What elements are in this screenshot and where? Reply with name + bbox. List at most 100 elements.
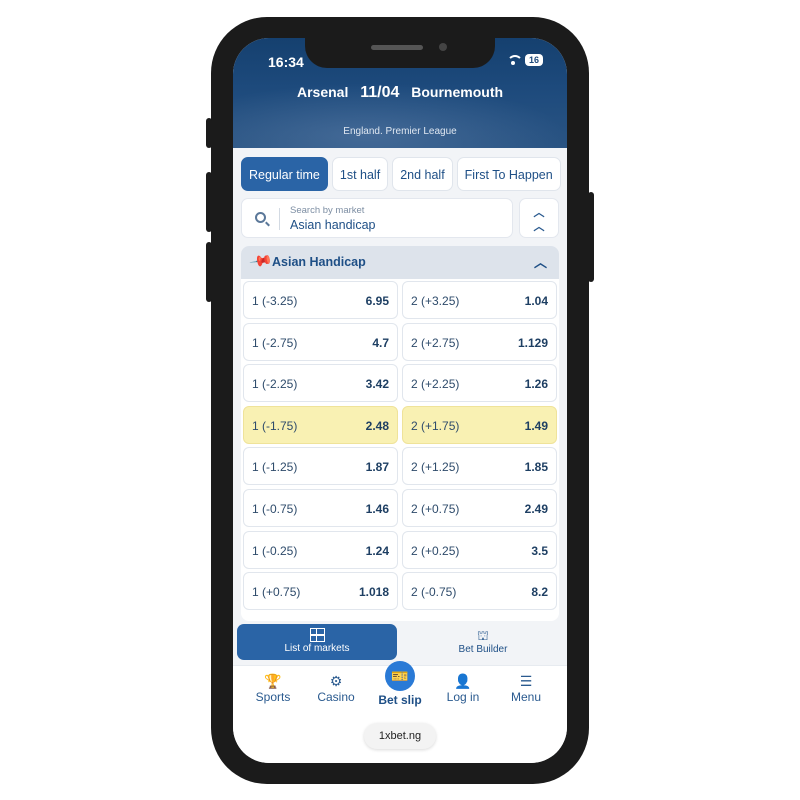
handicap-label: 2 (+0.75) — [411, 502, 460, 516]
odds-cell-left[interactable]: 1 (-0.75) 1.46 — [243, 489, 398, 527]
odds-cell-right[interactable]: 2 (+2.75) 1.129 — [402, 322, 557, 361]
odds-cell-right[interactable]: 2 (+0.75) 2.49 — [402, 489, 557, 527]
odds-value: 2.48 — [365, 418, 389, 433]
handicap-label: 1 (+0.75) — [252, 585, 301, 600]
bottom-navigation: 🏆 Sports ⚙ Casino 🎫 Bet slip 👤 Log in ☰ … — [233, 661, 567, 717]
user-icon: 👤 — [454, 673, 472, 689]
handicap-label: 2 (+0.25) — [411, 543, 460, 558]
handicap-label: 1 (-0.25) — [252, 543, 298, 558]
phone-power-button — [588, 192, 594, 282]
odds-cell-left[interactable]: 1 (-1.75) 2.48 — [243, 405, 398, 444]
odds-value: 1.018 — [358, 585, 389, 600]
handicap-label: 1 (-3.25) — [252, 294, 298, 308]
menu-icon: ☰ — [519, 673, 533, 689]
search-divider — [279, 208, 280, 230]
odds-value: 1.85 — [524, 460, 548, 475]
odds-cell-right[interactable]: 2 (+1.25) 1.85 — [402, 447, 557, 486]
tab-1st-half[interactable]: 1st half — [331, 157, 389, 191]
bet-builder-label: Bet Builder — [458, 644, 508, 655]
double-chevron-up-icon: ︿ ︿ — [533, 207, 545, 233]
nav-casino-label: Casino — [317, 690, 355, 704]
phone-volume-up — [206, 172, 212, 232]
handicap-label: 1 (-0.75) — [252, 502, 298, 516]
pin-icon[interactable]: 📌 — [249, 248, 275, 274]
bet-builder-tab[interactable]: ⛫ Bet Builder — [403, 624, 563, 660]
nav-sports-label: Sports — [255, 690, 291, 704]
url-pill[interactable]: 1xbet.ng — [364, 723, 436, 749]
nav-sports[interactable]: 🏆 Sports — [243, 672, 303, 704]
odds-cell-right[interactable]: 2 (+1.75) 1.49 — [402, 405, 557, 444]
chevron-up-icon[interactable]: ︿ — [534, 252, 547, 271]
nav-menu-label: Menu — [510, 690, 542, 704]
odds-value: 1.49 — [524, 418, 548, 433]
away-team: Bournemouth — [411, 84, 504, 100]
handicap-label: 2 (+2.25) — [411, 377, 460, 392]
league-name: England. Premier League — [343, 126, 457, 137]
bet-builder-icon: ⛫ — [477, 628, 489, 643]
odds-cell-left[interactable]: 1 (-3.25) 6.95 — [243, 281, 398, 319]
market-header[interactable]: 📌 Asian Handicap ︿ — [241, 246, 559, 279]
odds-row: 1 (+0.75) 1.018 2 (-0.75) 8.2 — [241, 572, 559, 612]
odds-row: 1 (-3.25) 6.95 2 (+3.25) 1.04 — [241, 281, 559, 321]
nav-menu[interactable]: ☰ Menu — [496, 672, 556, 704]
handicap-label: 1 (-2.75) — [252, 335, 298, 350]
ticket-icon: 🎫 — [385, 661, 415, 691]
odds-value: 1.04 — [524, 294, 548, 308]
odds-value: 6.95 — [365, 294, 389, 308]
odds-row: 1 (-1.75) 2.48 2 (+1.75) 1.49 — [241, 405, 559, 446]
nav-bet-slip[interactable]: 🎫 Bet slip — [370, 661, 430, 707]
odds-value: 1.87 — [365, 460, 389, 475]
odds-value: 1.26 — [524, 377, 548, 392]
market-title: Asian Handicap — [272, 255, 366, 269]
search-placeholder: Search by market — [290, 205, 365, 216]
status-icons: 16 — [506, 54, 543, 66]
phone-side-button — [206, 118, 212, 148]
bottom-tabs: List of markets ⛫ Bet Builder — [233, 621, 567, 665]
odds-cell-right[interactable]: 2 (+0.25) 3.5 — [402, 530, 557, 569]
odds-row: 1 (-2.75) 4.7 2 (+2.75) 1.129 — [241, 322, 559, 363]
nav-bet-slip-label: Bet slip — [378, 693, 422, 707]
browser-url-bar: 1xbet.ng — [233, 717, 567, 763]
handicap-label: 1 (-1.25) — [252, 460, 298, 475]
phone-volume-down — [206, 242, 212, 302]
tab-2nd-half[interactable]: 2nd half — [392, 157, 453, 191]
odds-row: 1 (-0.75) 1.46 2 (+0.75) 2.49 — [241, 489, 559, 529]
odds-cell-right[interactable]: 2 (-0.75) 8.2 — [402, 572, 557, 611]
nav-casino[interactable]: ⚙ Casino — [306, 672, 366, 704]
tab-regular-time[interactable]: Regular time — [241, 157, 328, 191]
odds-cell-right[interactable]: 2 (+2.25) 1.26 — [402, 364, 557, 403]
handicap-label: 1 (-1.75) — [252, 418, 298, 433]
grid-icon — [309, 628, 325, 642]
odds-value: 1.24 — [365, 543, 389, 558]
odds-cell-left[interactable]: 1 (-2.75) 4.7 — [243, 322, 398, 361]
odds-cell-left[interactable]: 1 (-1.25) 1.87 — [243, 447, 398, 486]
notch — [305, 38, 495, 68]
collapse-all-button[interactable]: ︿ ︿ — [519, 198, 559, 238]
nav-log-in[interactable]: 👤 Log in — [433, 672, 493, 704]
phone-screen: 16:34 16 Arsenal 11/04 Bournemouth Engla… — [233, 38, 567, 763]
odds-cell-left[interactable]: 1 (-2.25) 3.42 — [243, 364, 398, 403]
list-of-markets-tab[interactable]: List of markets — [237, 624, 397, 660]
odds-value: 1.129 — [517, 335, 548, 350]
asian-handicap-market: 📌 Asian Handicap ︿ 1 (-3.25) 6.95 2 (+3.25… — [241, 246, 559, 621]
handicap-label: 2 (+1.25) — [411, 460, 460, 475]
search-icon — [255, 212, 266, 223]
odds-cell-left[interactable]: 1 (+0.75) 1.018 — [243, 572, 398, 611]
handicap-label: 2 (+3.25) — [411, 294, 460, 308]
odds-row: 1 (-1.25) 1.87 2 (+1.25) 1.85 — [241, 447, 559, 487]
nav-log-in-label: Log in — [446, 690, 480, 704]
odds-value: 8.2 — [531, 585, 548, 600]
match-date: 11/04 — [360, 84, 400, 101]
handicap-label: 2 (+2.75) — [411, 335, 460, 350]
market-search-input[interactable]: Search by market Asian handicap — [241, 198, 513, 238]
odds-value: 3.5 — [531, 543, 548, 558]
odds-cell-left[interactable]: 1 (-0.25) 1.24 — [243, 530, 398, 569]
list-of-markets-label: List of markets — [284, 643, 350, 654]
speaker — [371, 45, 423, 50]
odds-value: 2.49 — [524, 502, 548, 516]
tab-first-to-happen[interactable]: First To Happen — [456, 157, 561, 191]
odds-cell-right[interactable]: 2 (+3.25) 1.04 — [402, 281, 557, 319]
battery-icon: 16 — [524, 54, 543, 66]
casino-chip-icon: ⚙ — [329, 673, 343, 689]
odds-row: 1 (-0.25) 1.24 2 (+0.25) 3.5 — [241, 530, 559, 571]
